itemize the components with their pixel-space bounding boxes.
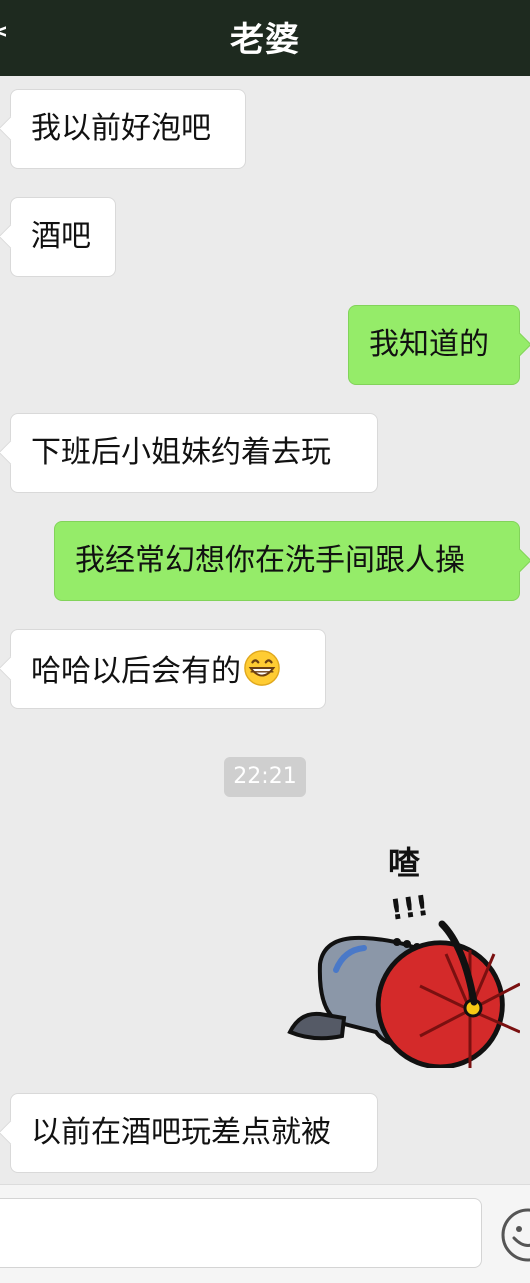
message-text: 我知道的 [369, 327, 489, 362]
message-input[interactable] [0, 1198, 482, 1268]
input-bar [0, 1184, 530, 1283]
message-text: 以前在酒吧玩差点就被 [31, 1115, 331, 1150]
message-bubble-incoming[interactable]: 下班后小姐妹约着去玩 [10, 413, 378, 493]
smiley-face-icon[interactable] [500, 1207, 530, 1263]
message-text: 我以前好泡吧 [31, 111, 211, 146]
message-bubble-incoming[interactable]: 以前在酒吧玩差点就被 [10, 1093, 378, 1173]
kowtowing-servant-sticker[interactable]: 喳 !!! [284, 836, 520, 1068]
message-text: 我经常幻想你在洗手间跟人操 [75, 543, 465, 578]
message-text: 酒吧 [31, 219, 91, 254]
grinning-face-icon [244, 650, 280, 686]
sticker-caption: 喳 [388, 844, 421, 882]
message-bubble-incoming[interactable]: 酒吧 [10, 197, 116, 277]
message-bubble-incoming[interactable]: 我以前好泡吧 [10, 89, 246, 169]
message-bubble-incoming[interactable]: 哈哈以后会有的 [10, 629, 326, 709]
chat-header: < 老婆 [0, 0, 530, 76]
message-text: 哈哈以后会有的 [31, 654, 241, 689]
message-timestamp: 22:21 [224, 757, 306, 797]
chat-title: 老婆 [230, 20, 300, 60]
message-text: 下班后小姐妹约着去玩 [31, 435, 331, 470]
message-bubble-outgoing[interactable]: 我经常幻想你在洗手间跟人操 [54, 521, 520, 601]
message-bubble-outgoing[interactable]: 我知道的 [348, 305, 520, 385]
sticker-exclamation: !!! [388, 889, 431, 927]
